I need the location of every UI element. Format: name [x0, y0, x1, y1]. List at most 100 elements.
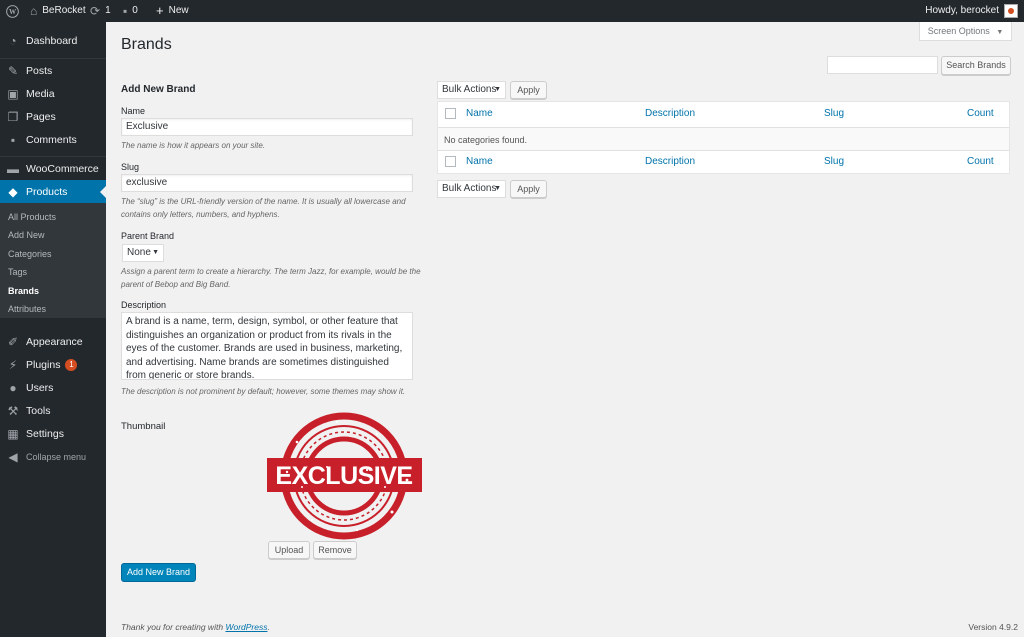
screen-options-button[interactable]: Screen Options ▼	[919, 22, 1012, 41]
name-field[interactable]: Exclusive	[121, 118, 413, 136]
bulk-actions-value: Bulk Actions	[442, 84, 497, 95]
submenu-brands[interactable]: Brands	[8, 286, 39, 296]
menu-users[interactable]: ● Users	[0, 376, 106, 399]
menu-label: Products	[26, 185, 68, 198]
footer-thanks-suffix: .	[267, 622, 270, 632]
menu-appearance[interactable]: ✐ Appearance	[0, 330, 106, 353]
comments-link[interactable]: ▪ 0	[123, 0, 138, 22]
parent-hint: Assign a parent term to create a hierarc…	[121, 267, 421, 289]
slug-hint: The “slug” is the URL-friendly version o…	[121, 197, 406, 219]
svg-text:W: W	[9, 8, 17, 16]
apply-button-top[interactable]: Apply	[510, 81, 547, 99]
new-label: New	[168, 5, 189, 16]
media-icon: ▣	[7, 86, 19, 101]
home-icon: ⌂	[30, 4, 38, 18]
bulk-actions-select-bottom[interactable]: Bulk Actions ▼	[437, 180, 506, 198]
search-brands-button[interactable]: Search Brands	[941, 56, 1011, 75]
slug-field[interactable]: exclusive	[121, 174, 413, 192]
menu-label: Settings	[26, 427, 64, 440]
form-title: Add New Brand	[121, 84, 196, 95]
menu-comments[interactable]: ▪ Comments	[0, 128, 106, 151]
bulk-actions-select-top[interactable]: Bulk Actions ▼	[437, 81, 506, 99]
table-empty-row: No categories found.	[438, 127, 1009, 151]
menu-pages[interactable]: ❐ Pages	[0, 105, 106, 128]
table-header-row: Name Description Slug Count	[438, 102, 1009, 126]
brands-table: Name Description Slug Count No categorie…	[437, 101, 1010, 174]
menu-settings[interactable]: ▦ Settings	[0, 422, 106, 445]
column-slug[interactable]: Slug	[824, 150, 844, 174]
howdy-text: Howdy, berocket	[925, 5, 999, 16]
parent-label: Parent Brand	[121, 231, 175, 241]
menu-dashboard[interactable]: ◔ Dashboard	[0, 29, 106, 52]
column-description[interactable]: Description	[645, 150, 695, 174]
box-icon: ◆	[8, 184, 18, 199]
remove-button[interactable]: Remove	[313, 541, 357, 559]
column-count[interactable]: Count	[967, 102, 994, 126]
footer-version: Version 4.9.2	[968, 622, 1018, 632]
menu-label: Media	[26, 87, 55, 100]
menu-posts[interactable]: ✎ Posts	[0, 59, 106, 82]
menu-label: Plugins	[26, 358, 61, 371]
menu-label: Collapse menu	[26, 451, 87, 462]
woo-icon: ▬	[7, 161, 19, 176]
select-all-checkbox[interactable]	[445, 156, 456, 167]
submenu-all-products[interactable]: All Products	[8, 212, 56, 222]
page-title: Brands	[121, 36, 172, 53]
apply-button-bottom[interactable]: Apply	[510, 180, 547, 198]
comments-count: 0	[132, 5, 138, 16]
site-name: BeRocket	[42, 5, 86, 16]
wordpress-link[interactable]: WordPress	[225, 622, 267, 632]
dashboard-icon: ◔	[9, 33, 17, 48]
menu-label: Comments	[26, 133, 77, 146]
exclusive-stamp-image: EXCLUSIVE	[267, 412, 422, 540]
parent-brand-select[interactable]: None ▼	[122, 244, 164, 262]
menu-label: Users	[26, 381, 54, 394]
wordpress-logo-icon[interactable]: W	[6, 0, 19, 22]
menu-woocommerce[interactable]: ▬ WooCommerce	[0, 157, 106, 180]
select-all-checkbox[interactable]	[445, 108, 456, 119]
updates-count: 1	[105, 5, 111, 16]
collapse-menu-button[interactable]: ◀ Collapse menu	[0, 445, 106, 468]
new-content-link[interactable]: + New	[156, 0, 189, 22]
menu-label: WooCommerce	[26, 162, 99, 175]
column-description[interactable]: Description	[645, 102, 695, 126]
table-footer-row: Name Description Slug Count	[438, 150, 1009, 174]
menu-tools[interactable]: ⚒ Tools	[0, 399, 106, 422]
column-count[interactable]: Count	[967, 150, 994, 174]
caret-down-icon: ▼	[494, 185, 501, 192]
submenu-categories[interactable]: Categories	[8, 249, 52, 259]
settings-icon: ▦	[7, 426, 19, 441]
caret-down-icon: ▼	[996, 29, 1004, 36]
upload-button[interactable]: Upload	[268, 541, 310, 559]
column-name[interactable]: Name	[466, 102, 493, 126]
submenu-tags[interactable]: Tags	[8, 267, 27, 277]
products-submenu: All Products Add New Categories Tags Bra…	[0, 203, 106, 318]
menu-media[interactable]: ▣ Media	[0, 82, 106, 105]
menu-plugins[interactable]: ⚡ Plugins 1	[0, 353, 106, 376]
user-icon: ●	[9, 380, 17, 395]
wrench-icon: ⚒	[7, 403, 19, 418]
pin-icon: ✎	[7, 63, 19, 78]
submenu-add-new[interactable]: Add New	[8, 230, 45, 240]
updates-icon: ⟳	[90, 4, 101, 18]
menu-label: Pages	[26, 110, 56, 123]
brush-icon: ✐	[7, 334, 19, 349]
updates-link[interactable]: ⟳ 1	[90, 0, 111, 22]
footer-thanks: Thank you for creating with WordPress.	[121, 622, 270, 632]
column-slug[interactable]: Slug	[824, 102, 844, 126]
name-label: Name	[121, 106, 146, 116]
description-textarea[interactable]: A brand is a name, term, design, symbol,…	[121, 312, 413, 380]
admin-sidebar: ◔ Dashboard ✎ Posts ▣ Media ❐ Pages ▪ Co…	[0, 22, 106, 637]
slug-label: Slug	[121, 162, 140, 172]
thumbnail-label: Thumbnail	[121, 421, 166, 432]
site-name-link[interactable]: ⌂ BeRocket	[30, 0, 86, 22]
add-new-brand-button[interactable]: Add New Brand	[121, 563, 196, 582]
screen-options-label: Screen Options	[927, 26, 990, 36]
column-name[interactable]: Name	[466, 150, 493, 174]
submenu-attributes[interactable]: Attributes	[8, 304, 46, 314]
caret-down-icon: ▼	[152, 249, 159, 256]
menu-label: Tools	[26, 404, 51, 417]
menu-products[interactable]: ◆ Products	[0, 180, 106, 203]
account-menu[interactable]: Howdy, berocket	[925, 0, 1018, 22]
search-input[interactable]	[827, 56, 938, 74]
